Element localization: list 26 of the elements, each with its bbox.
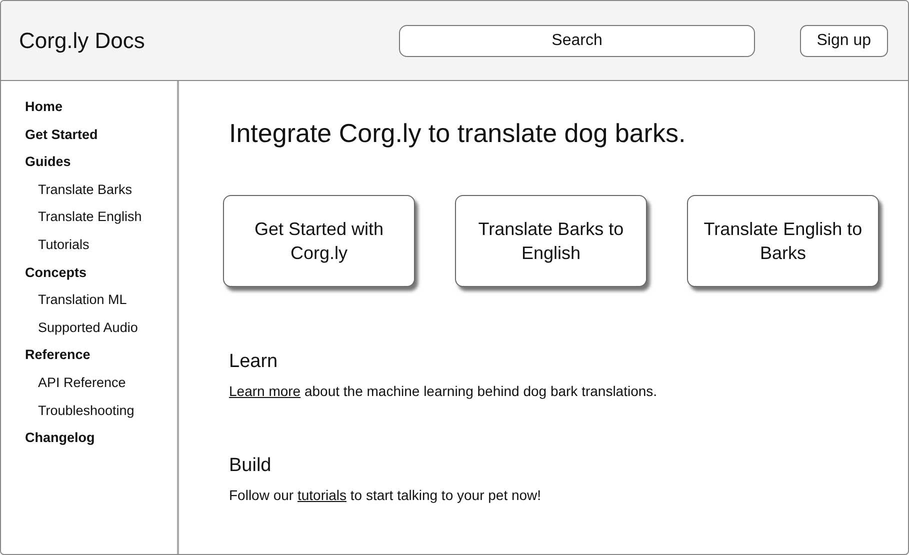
search-field[interactable]: Search [399,24,755,56]
section-heading: Learn [229,351,279,373]
section-heading: Build [229,455,272,477]
nav-sublink[interactable]: Troubleshooting [25,396,134,424]
nav-link[interactable]: Concepts [25,258,87,286]
nav-link[interactable]: Home [25,93,63,121]
card-button[interactable]: Get Started with Corg.ly [223,195,415,287]
text-link[interactable]: Learn more [229,383,301,399]
card-button[interactable]: Translate Barks to English [455,195,647,287]
text-link[interactable]: tutorials [297,487,346,503]
site-title: Corg.ly Docs [19,28,146,54]
nav-link[interactable]: Guides [25,148,71,176]
nav-sublink[interactable]: Supported Audio [25,314,138,342]
section-text: Learn more about the machine learning behind dog bark translations. [229,383,658,399]
nav-link[interactable]: Changelog [25,424,95,452]
nav-sublink[interactable]: Translate English [25,203,142,231]
nav-sublink[interactable]: Tutorials [25,230,90,259]
page-heading: Integrate Corg.ly to translate dog barks. [229,118,687,149]
sign-up-button[interactable]: Sign up [800,24,888,56]
section-text: Follow our tutorials to start talking to your pet now! [229,487,542,503]
nav-sublink[interactable]: Translate Barks [25,176,132,204]
nav-sublink[interactable]: Translation ML [25,286,127,314]
card-button[interactable]: Translate English to Barks [687,195,879,287]
nav-link[interactable]: Reference [25,341,90,369]
nav-link[interactable]: Get Started [25,120,98,148]
nav-sublink[interactable]: API Reference [25,368,126,397]
